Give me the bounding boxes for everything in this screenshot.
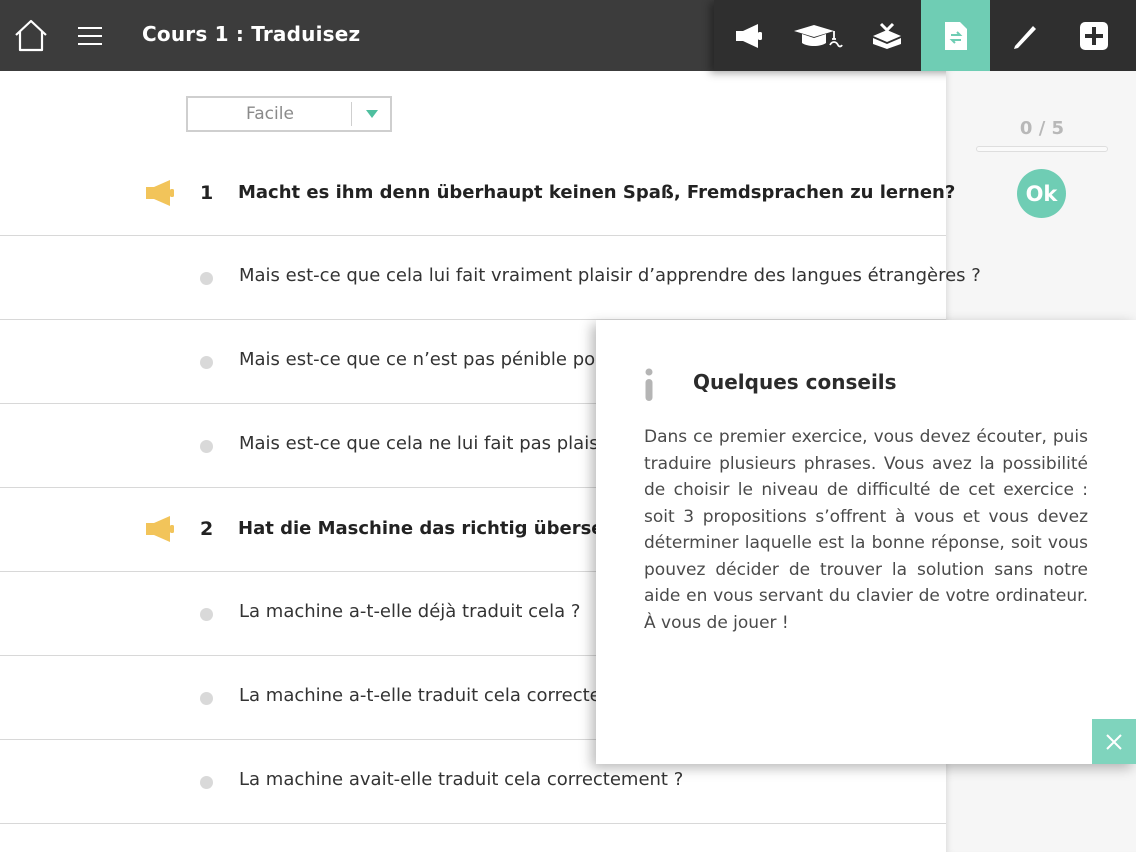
speaker-icon[interactable] (144, 178, 176, 208)
tips-popup: Quelques conseils Dans ce premier exerci… (596, 320, 1136, 764)
tool-translate-button[interactable] (921, 0, 990, 71)
speaker-icon[interactable] (144, 514, 176, 544)
graduation-cap-icon (793, 24, 843, 47)
add-icon (1079, 21, 1108, 50)
hamburger-icon (78, 27, 102, 45)
home-button[interactable] (10, 14, 52, 56)
score-counter: 0 / 5 (1019, 118, 1065, 139)
option-radio[interactable] (200, 440, 213, 453)
option-text: La machine avait-elle traduit cela corre… (239, 769, 684, 790)
option-radio[interactable] (200, 608, 213, 621)
tips-body: Dans ce premier exercice, vous devez éco… (644, 427, 1088, 633)
toolbar (714, 0, 1136, 71)
info-icon (645, 368, 653, 401)
tool-write-button[interactable] (990, 0, 1059, 71)
option-text: Mais est-ce que cela ne lui fait pas pla… (239, 433, 657, 454)
option-radio[interactable] (200, 272, 213, 285)
close-icon (1106, 733, 1122, 750)
option-radio[interactable] (200, 776, 213, 789)
option-radio[interactable] (200, 692, 213, 705)
megaphone-icon (735, 23, 762, 48)
translate-document-icon (944, 21, 967, 50)
top-bar: Cours 1 : Traduisez (0, 0, 1136, 71)
page-title: Cours 1 : Traduisez (142, 22, 361, 46)
home-icon (15, 19, 47, 52)
option-radio[interactable] (200, 356, 213, 369)
tool-listen-button[interactable] (714, 0, 783, 71)
caret-down-icon (366, 110, 378, 118)
tool-inbox-button[interactable] (852, 0, 921, 71)
select-arrow[interactable] (354, 98, 390, 130)
pencil-icon (1013, 25, 1036, 49)
question-text: Macht es ihm denn überhaupt keinen Spaß,… (238, 182, 956, 203)
difficulty-value: Facile (246, 104, 294, 124)
question-text: Hat die Maschine das richtig übersetzt? (238, 518, 642, 539)
tool-add-button[interactable] (1059, 0, 1128, 71)
option-text: La machine a-t-elle traduit cela correct… (239, 685, 648, 706)
question-row: 1 Macht es ihm denn überhaupt keinen Spa… (0, 152, 955, 236)
inbox-tray-icon (872, 22, 901, 49)
tips-title: Quelques conseils (693, 370, 897, 394)
ok-button[interactable]: Ok (1017, 169, 1066, 218)
option-text: La machine a-t-elle déjà traduit cela ? (239, 601, 581, 622)
answer-option[interactable]: Mais est-ce que cela lui fait vraiment p… (0, 236, 981, 320)
difficulty-select[interactable]: Facile (186, 96, 392, 132)
select-divider (351, 102, 352, 126)
question-number: 1 (200, 182, 214, 204)
option-text: Mais est-ce que cela lui fait vraiment p… (239, 265, 981, 286)
score-progress-bar (976, 146, 1108, 152)
menu-button[interactable] (72, 18, 108, 54)
tool-learn-button[interactable] (783, 0, 852, 71)
question-number: 2 (200, 518, 214, 540)
close-tips-button[interactable] (1092, 719, 1136, 764)
